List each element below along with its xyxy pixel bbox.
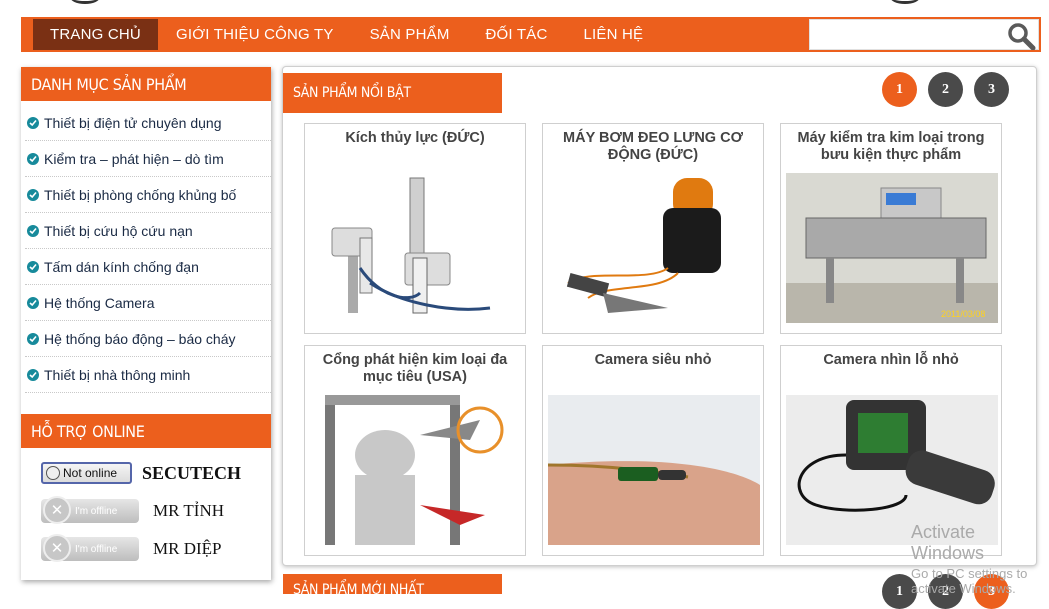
category-label: Tấm dán kính chống đạn <box>44 258 199 275</box>
search-icon[interactable] <box>1006 22 1036 50</box>
offline-badge[interactable]: ✕ I'm offline <box>41 496 139 524</box>
category-item[interactable]: Thiết bị cứu hộ cứu nạn <box>25 213 271 249</box>
category-item[interactable]: Thiết bị phòng chống khủng bố <box>25 177 271 213</box>
check-bullet-icon <box>27 260 39 273</box>
page-button[interactable]: 1 <box>882 72 917 107</box>
logo-fragment <box>890 0 920 4</box>
category-item[interactable]: Thiết bị điện tử chuyên dụng <box>25 105 271 141</box>
category-label: Kiểm tra – phát hiện – dò tìm <box>44 150 224 167</box>
category-label: Hệ thống Camera <box>44 294 155 311</box>
nav-about[interactable]: GIỚI THIỆU CÔNG TY <box>158 17 352 52</box>
nav-home[interactable]: TRANG CHỦ <box>33 19 158 50</box>
page-button[interactable]: 2 <box>928 72 963 107</box>
nav-partners[interactable]: ĐỐI TÁC <box>468 17 566 52</box>
check-bullet-icon <box>27 116 39 129</box>
category-item[interactable]: Kiểm tra – phát hiện – dò tìm <box>25 141 271 177</box>
activation-watermark: Activate Windows Go to PC settings to ac… <box>911 522 1049 596</box>
support-name: MR TỈNH <box>153 501 224 520</box>
check-bullet-icon <box>27 152 39 165</box>
check-bullet-icon <box>27 368 39 381</box>
smiley-icon <box>46 466 60 480</box>
check-bullet-icon <box>27 296 39 309</box>
check-bullet-icon <box>27 332 39 345</box>
check-bullet-icon <box>27 188 39 201</box>
product-title: Kích thủy lực (ĐỨC) <box>345 130 485 146</box>
support-contact[interactable]: Not online SECUTECH <box>21 454 271 492</box>
support-name: MR DIỆP <box>153 539 222 558</box>
close-icon: ✕ <box>43 496 71 524</box>
product-image[interactable] <box>310 395 522 545</box>
category-heading: DANH MỤC SẢN PHẨM <box>21 67 271 101</box>
category-label: Thiết bị nhà thông minh <box>44 366 191 383</box>
search-input[interactable] <box>809 19 1039 50</box>
support-contact[interactable]: ✕ I'm offline MR TỈNH <box>21 492 271 530</box>
product-title: Máy kiểm tra kim loại trong bưu kiện thự… <box>797 130 985 163</box>
image-date-stamp: 2011/03/08 <box>941 309 985 319</box>
nav-contact[interactable]: LIÊN HỆ <box>565 17 661 52</box>
close-icon: ✕ <box>43 534 71 562</box>
product-title: Camera nhìn lỗ nhỏ <box>823 352 959 368</box>
category-label: Thiết bị điện tử chuyên dụng <box>44 114 222 131</box>
product-title: Cổng phát hiện kim loại đa mục tiêu (USA… <box>322 352 508 385</box>
product-image[interactable] <box>548 395 760 545</box>
status-label: I'm offline <box>75 505 118 517</box>
status-label: Not online <box>63 466 118 480</box>
product-title: Camera siêu nhỏ <box>594 352 712 368</box>
featured-heading: SẢN PHẨM NỔI BẬT <box>283 73 502 113</box>
support-heading: HỖ TRỢ ONLINE <box>21 414 271 448</box>
product-image[interactable] <box>310 173 522 323</box>
product-image[interactable] <box>548 173 760 323</box>
category-item[interactable]: Thiết bị nhà thông minh <box>25 357 271 393</box>
category-item[interactable]: Tấm dán kính chống đạn <box>25 249 271 285</box>
product-image[interactable]: 2011/03/08 <box>786 173 998 323</box>
newest-heading: SẢN PHẨM MỚI NHẤT <box>283 574 502 598</box>
page-button[interactable]: 3 <box>974 72 1009 107</box>
category-list: Thiết bị điện tử chuyên dụng Kiểm tra – … <box>21 101 271 393</box>
product-card[interactable]: Máy kiểm tra kim loại trong bưu kiện thự… <box>780 123 1002 334</box>
product-card[interactable]: Camera siêu nhỏ <box>542 345 764 556</box>
support-contact[interactable]: ✕ I'm offline MR DIỆP <box>21 530 271 568</box>
category-label: Hệ thống báo động – báo cháy <box>44 330 236 347</box>
offline-badge[interactable]: ✕ I'm offline <box>41 534 139 562</box>
status-label: I'm offline <box>75 543 118 555</box>
logo-fragment <box>70 0 100 4</box>
category-label: Thiết bị cứu hộ cứu nạn <box>44 222 193 239</box>
support-name: SECUTECH <box>142 462 242 483</box>
not-online-badge[interactable]: Not online <box>41 462 132 484</box>
top-strip <box>0 0 1049 16</box>
category-label: Thiết bị phòng chống khủng bố <box>44 186 237 203</box>
sidebar: DANH MỤC SẢN PHẨM Thiết bị điện tử chuyê… <box>21 67 271 580</box>
category-item[interactable]: Hệ thống Camera <box>25 285 271 321</box>
product-card[interactable]: Cổng phát hiện kim loại đa mục tiêu (USA… <box>304 345 526 556</box>
main-navbar: TRANG CHỦ GIỚI THIỆU CÔNG TY SẢN PHẨM ĐỐ… <box>21 17 1041 52</box>
featured-pager: 1 2 3 <box>882 72 1009 107</box>
watermark-line1: Activate Windows <box>911 522 985 563</box>
product-title: MÁY BƠM ĐEO LƯNG CƠ ĐỘNG (ĐỨC) <box>563 130 743 163</box>
nav-products[interactable]: SẢN PHẨM <box>352 17 468 52</box>
product-card[interactable]: Kích thủy lực (ĐỨC) <box>304 123 526 334</box>
product-card[interactable]: MÁY BƠM ĐEO LƯNG CƠ ĐỘNG (ĐỨC) <box>542 123 764 334</box>
category-item[interactable]: Hệ thống báo động – báo cháy <box>25 321 271 357</box>
check-bullet-icon <box>27 224 39 237</box>
